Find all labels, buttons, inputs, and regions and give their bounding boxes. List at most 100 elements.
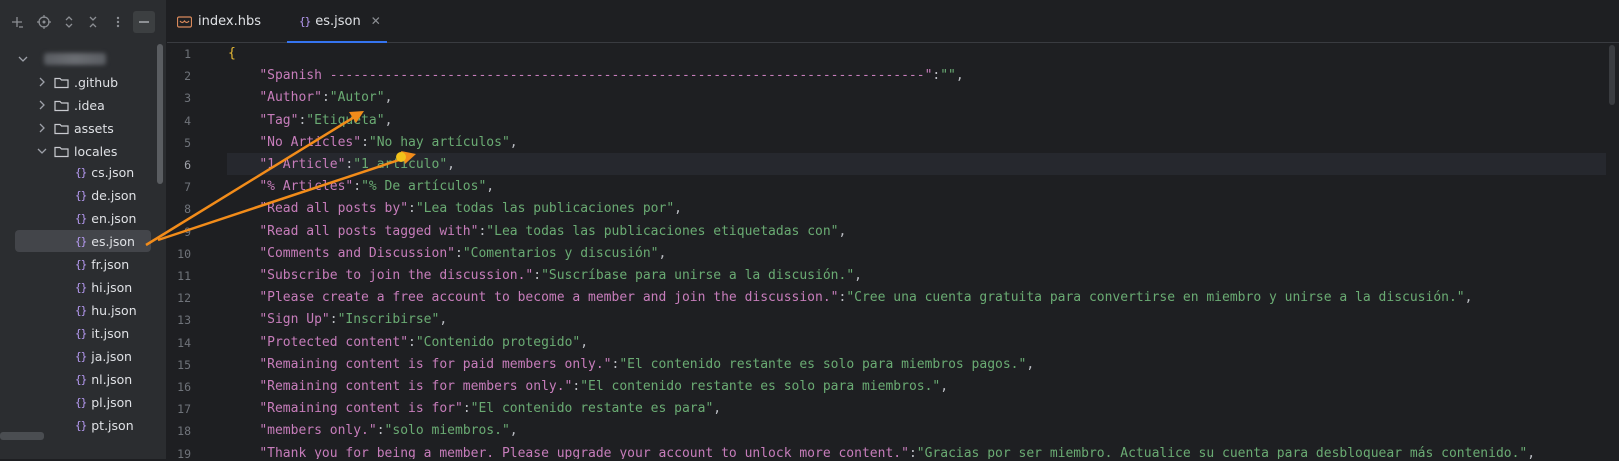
json-value: "Gracias por ser miembro. Actualice su c… [916, 445, 1528, 459]
new-icon[interactable] [6, 11, 28, 33]
json-key: "Remaining content is for members only." [259, 379, 573, 394]
code-line: "Comments and Discussion":"Comentarios y… [259, 245, 667, 261]
code-line: "1 Article":"1 artículo", [259, 157, 455, 172]
tree-file-label: hu.json [91, 302, 137, 318]
tree-file[interactable]: {} nl.json [0, 368, 166, 390]
tree-file[interactable]: {} hu.json [0, 299, 166, 321]
tab-label: index.hbs [198, 13, 261, 29]
tab-index-hbs[interactable]: index.hbs [177, 0, 261, 42]
tree-file-label: pl.json [91, 394, 133, 410]
editor-scrollbar-track[interactable] [1606, 43, 1618, 459]
json-key: "Thank you for being a member. Please up… [259, 445, 909, 459]
json-value: "El contenido restante es solo para miem… [619, 356, 1027, 372]
tree-file[interactable]: {} en.json [0, 207, 166, 229]
tab-label: es.json [315, 13, 361, 29]
hide-icon[interactable] [133, 11, 155, 33]
json-icon: {} [75, 211, 87, 225]
json-icon: {} [75, 418, 87, 432]
json-key: "No Articles" [259, 134, 362, 150]
handlebars-icon [177, 15, 192, 28]
tree-folder-label: .github [74, 74, 119, 90]
tree-file[interactable]: {} it.json [0, 322, 166, 344]
tree-file[interactable]: {} es.json [15, 230, 151, 252]
line-number-gutter: 1 2 3 4 5 6 7 8 9 10 11 12 13 14 15 16 17 18 19 [167, 43, 227, 461]
brace: { [228, 46, 236, 61]
tree-folder[interactable]: locales [0, 140, 166, 162]
tree-folder-label: assets [74, 120, 114, 136]
json-icon: {} [75, 188, 87, 202]
code-line: "Read all posts by":"Lea todas las publi… [259, 201, 682, 217]
json-value: "1 artículo" [353, 157, 448, 172]
json-key: "Remaining content is for" [259, 401, 463, 417]
close-icon[interactable]: ✕ [371, 14, 381, 28]
tree-file[interactable]: {} hi.json [0, 276, 166, 298]
line-number: 6 [184, 158, 191, 172]
code-line: "Spanish -------------------------------… [259, 68, 964, 84]
code-line: "No Articles":"No hay artículos", [259, 134, 518, 150]
json-key: "members only." [259, 423, 377, 439]
tree-file-label: hi.json [91, 279, 133, 295]
code-line: "Author":"Autor", [259, 90, 393, 106]
tree-file-label: en.json [91, 210, 137, 226]
sidebar-toolbar [0, 0, 166, 44]
json-icon: {} [75, 257, 87, 271]
line-number: 19 [177, 446, 191, 461]
json-value: "Lea todas las publicaciones por" [415, 201, 675, 217]
line-number: 11 [177, 269, 191, 283]
json-value: "El contenido restante es para" [470, 401, 714, 417]
json-value: "No hay artículos" [368, 134, 510, 150]
editor-scrollbar-thumb[interactable] [1609, 45, 1615, 105]
code-line: "Protected content":"Contenido protegido… [259, 334, 589, 350]
code-line: "% Articles":"% De artículos", [259, 179, 495, 195]
json-key: "Read all posts tagged with" [259, 223, 479, 239]
json-value: "Cree una cuenta gratuita para convertir… [846, 290, 1465, 306]
tree-folder[interactable]: .idea [0, 94, 166, 116]
json-icon: {} [75, 234, 87, 248]
tab-es-json[interactable]: {} es.json ✕ [287, 0, 387, 43]
editor-tabs: index.hbs {} es.json ✕ [167, 0, 1619, 43]
expand-all-icon[interactable] [58, 11, 80, 33]
folder-icon [54, 122, 69, 135]
tree-file-label: fr.json [91, 256, 130, 272]
sidebar-horizontal-scrollbar[interactable] [0, 432, 44, 440]
code-line: "Tag":"Etiqueta", [259, 112, 393, 128]
json-value: "Comentarios y discusión" [462, 245, 659, 261]
code-line: "Remaining content is for paid members o… [259, 356, 1035, 372]
locate-icon[interactable] [33, 11, 55, 33]
folder-icon [54, 145, 69, 158]
code-line: "Thank you for being a member. Please up… [259, 445, 1536, 459]
code-editor[interactable]: { "Spanish -----------------------------… [228, 43, 1608, 459]
more-icon[interactable] [107, 11, 129, 33]
tree-file[interactable]: {} de.json [0, 184, 166, 206]
tree-file[interactable]: {} cs.json [0, 161, 166, 183]
tree-file[interactable]: {} pl.json [0, 391, 166, 413]
json-icon: {} [75, 395, 87, 409]
collapse-all-icon[interactable] [82, 11, 104, 33]
tree-file[interactable]: {} fr.json [0, 253, 166, 275]
chevron-down-icon [16, 52, 30, 66]
tree-folder[interactable]: assets [0, 117, 166, 139]
line-number: 15 [177, 357, 191, 372]
line-number: 7 [184, 180, 191, 195]
tree-folder-label: locales [74, 143, 118, 159]
tree-root[interactable] [0, 48, 166, 70]
tree-file-label: it.json [91, 325, 130, 341]
code-line: "Remaining content is for":"El contenido… [259, 401, 722, 417]
code-line: "Please create a free account to become … [259, 290, 1473, 306]
line-number: 2 [184, 69, 191, 84]
json-icon: {} [75, 303, 87, 317]
tree-folder[interactable]: .github [0, 71, 166, 93]
line-number: 5 [184, 135, 191, 150]
code-line: "Remaining content is for members only."… [259, 379, 949, 394]
json-value: "Autor" [329, 90, 385, 106]
chevron-right-icon [35, 121, 49, 135]
json-value: "El contenido restante es solo para miem… [580, 379, 941, 394]
json-key: "Tag" [259, 112, 299, 128]
line-number: 12 [177, 291, 191, 306]
json-key: "Spanish -------------------------------… [259, 68, 933, 84]
json-key: "Subscribe to join the discussion." [259, 268, 534, 283]
json-key: "Read all posts by" [259, 201, 409, 217]
json-key: "Sign Up" [259, 312, 330, 328]
tree-file[interactable]: {} ja.json [0, 345, 166, 367]
code-line: { [228, 43, 236, 65]
